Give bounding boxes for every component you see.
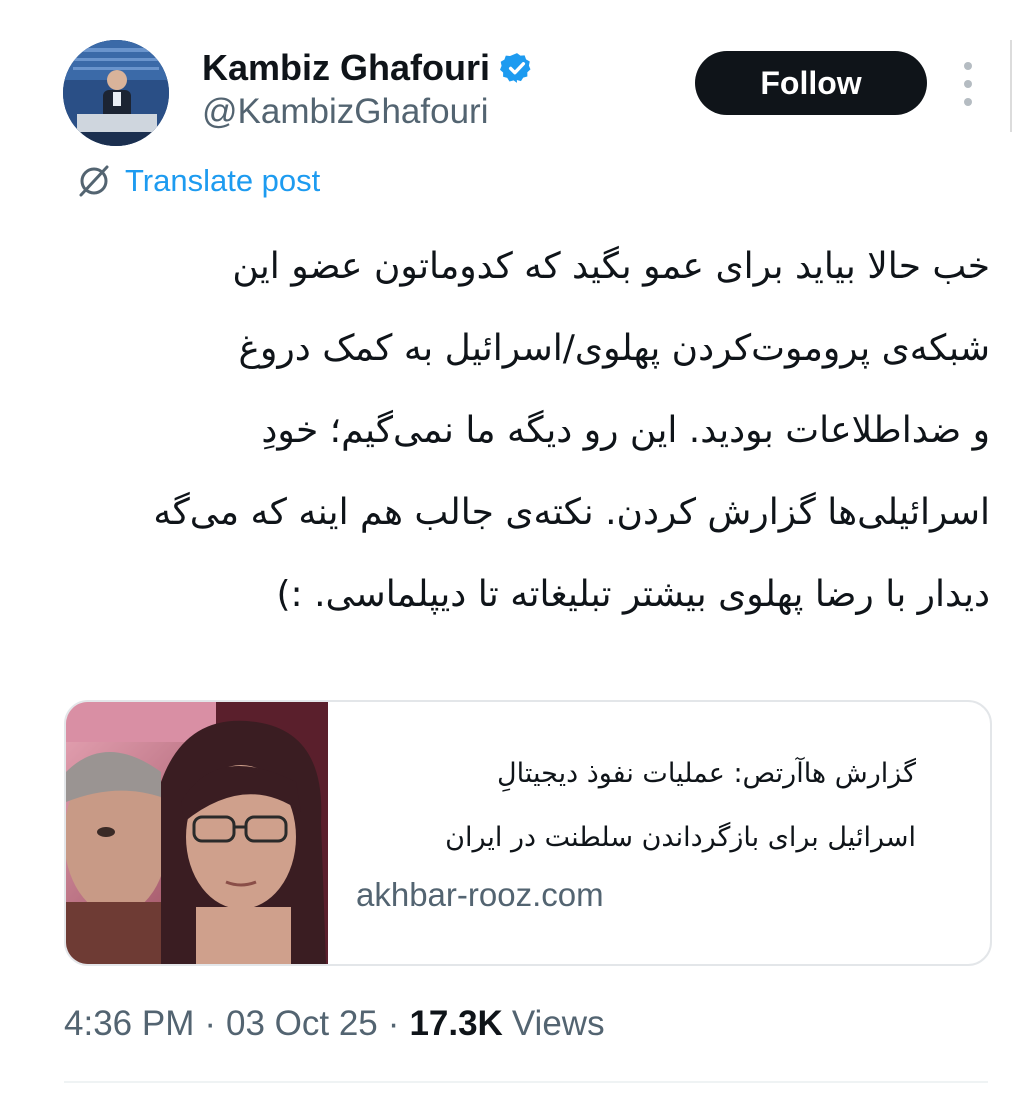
author-display-name[interactable]: Kambiz Ghafouri [202,47,490,89]
tweet-meta: 4:36 PM · 03 Oct 25 · 17.3K Views [64,1004,605,1044]
card-title-line: گزارش هاآرتص: عملیات نفوذ دیجیتالِ [497,758,916,789]
author-handle[interactable]: @KambizGhafouri [202,92,488,132]
meta-separator: · [204,1004,217,1043]
card-title-line: اسرائیل برای بازگرداندن سلطنت در ایران [445,822,916,853]
translate-icon [75,162,113,200]
verified-badge-icon [500,51,534,85]
tweet-line: دیدار با رضا پهلوی بیشتر تبلیغاته تا دیپ… [276,574,990,615]
meta-separator: · [387,1004,400,1043]
tweet-line: خب حالا بیاید برای عمو بگید که کدوماتون … [232,246,990,287]
author-avatar[interactable] [63,40,169,146]
link-preview-card[interactable]: گزارش هاآرتص: عملیات نفوذ دیجیتالِ اسرائ… [64,700,992,966]
views-label[interactable]: Views [512,1004,605,1044]
divider [64,1081,988,1083]
tweet-date[interactable]: 03 Oct 25 [226,1004,378,1044]
scrollbar-edge [1010,40,1012,132]
views-count[interactable]: 17.3K [409,1004,502,1044]
tweet-line: شبکه‌ی پروموت‌کردن پهلوی/اسرائیل به کمک … [238,328,991,369]
tweet-time[interactable]: 4:36 PM [64,1004,194,1044]
translate-post-link[interactable]: Translate post [75,162,320,200]
translate-label[interactable]: Translate post [125,163,320,199]
link-preview-text: گزارش هاآرتص: عملیات نفوذ دیجیتالِ اسرائ… [356,742,916,914]
tweet-line: و ضداطلاعات بودید. این رو دیگه ما نمی‌گی… [261,410,990,451]
link-preview-image [66,702,328,964]
author-name-row[interactable]: Kambiz Ghafouri [202,44,534,92]
card-domain: akhbar-rooz.com [356,876,604,913]
tweet-text: خب حالا بیاید برای عمو بگید که کدوماتون … [60,226,990,636]
follow-button[interactable]: Follow [695,51,927,115]
tweet-line: اسرائیلی‌ها گزارش کردن. نکته‌ی جالب هم ا… [153,492,990,533]
more-vertical-icon[interactable] [952,62,984,106]
avatar-image [63,40,169,146]
